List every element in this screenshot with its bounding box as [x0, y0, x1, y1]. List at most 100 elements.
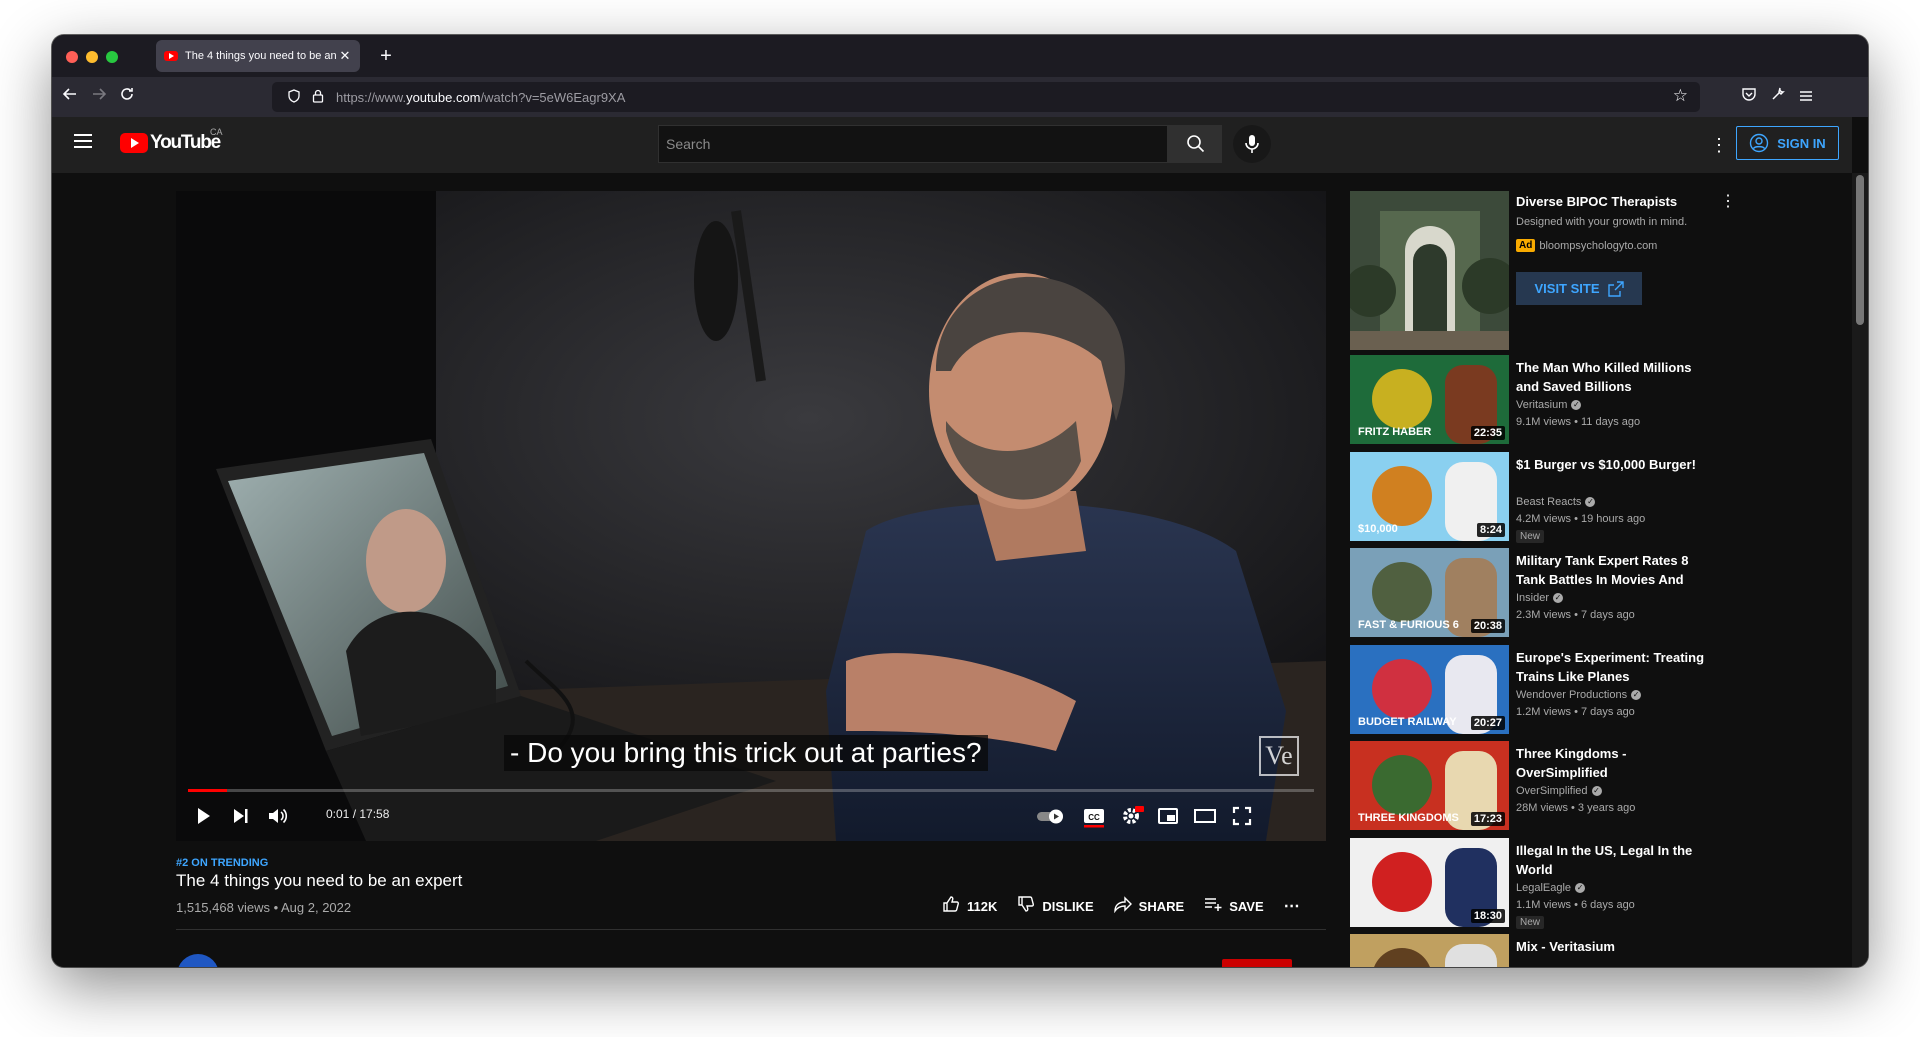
autoplay-toggle[interactable] [1034, 801, 1068, 831]
external-link-icon [1607, 280, 1624, 297]
recommended-video[interactable]: Mix - Veritasium [1350, 934, 1730, 967]
app-menu-button[interactable] [1794, 85, 1818, 109]
ad-title[interactable]: Diverse BIPOC Therapists [1516, 194, 1677, 209]
url-bar[interactable]: https://www.youtube.com/watch?v=5eW6Eagr… [272, 82, 1700, 112]
ad-more-icon[interactable]: ⋮ [1720, 191, 1736, 211]
video-thumbnail[interactable]: 18:30 [1350, 837, 1509, 927]
channel-name[interactable]: OverSimplified ✓ [1516, 785, 1602, 797]
playlist-add-icon [1204, 895, 1222, 918]
extensions-button[interactable] [1766, 85, 1790, 109]
verified-check-icon: ✓ [1585, 496, 1596, 507]
star-icon[interactable]: ☆ [1673, 86, 1688, 106]
youtube-logo[interactable]: YouTube [120, 132, 221, 154]
guide-menu-icon[interactable] [74, 134, 92, 148]
back-button[interactable] [58, 85, 82, 109]
forward-button[interactable] [87, 85, 111, 109]
recommended-video[interactable]: $10,000 8:24 $1 Burger vs $10,000 Burger! B… [1350, 451, 1730, 549]
channel-name[interactable]: Beast Reacts ✓ [1516, 496, 1596, 508]
promoted-ad[interactable]: Diverse BIPOC Therapists Designed with y… [1350, 191, 1736, 355]
minimize-window-button[interactable] [86, 51, 98, 63]
recommended-title[interactable]: Europe's Experiment: Treating Trains Lik… [1516, 648, 1712, 686]
visit-site-button[interactable]: VISIT SITE [1516, 272, 1642, 305]
recommended-video[interactable]: BUDGET RAILWAY 20:27 Europe's Experiment: … [1350, 644, 1730, 742]
video-thumbnail[interactable]: FAST & FURIOUS 6 20:38 [1350, 548, 1509, 637]
hamburger-icon [1800, 91, 1812, 101]
arrow-left-icon [62, 88, 76, 100]
lock-icon[interactable] [306, 89, 330, 106]
recommended-video[interactable]: FRITZ HABER 22:35 The Man Who Killed Milli… [1350, 355, 1730, 452]
video-player[interactable]: - Do you bring this trick out at parties… [176, 191, 1326, 841]
mute-button[interactable] [262, 801, 292, 831]
pocket-button[interactable] [1737, 85, 1761, 109]
settings-more-icon[interactable]: ⋮ [1707, 133, 1731, 157]
thumbnail-image [1350, 934, 1509, 967]
trending-badge[interactable]: #2 ON TRENDING [176, 857, 268, 869]
recommended-title[interactable]: Three Kingdoms - OverSimplified [1516, 744, 1712, 782]
recommended-video[interactable]: THREE KINGDOMS 17:23 Three Kingdoms - Over… [1350, 741, 1730, 838]
video-stats: 9.1M views • 11 days ago [1516, 416, 1641, 428]
channel-name[interactable]: Veritasium ✓ [1516, 399, 1582, 411]
url-text[interactable]: https://www.youtube.com/watch?v=5eW6Eagr… [336, 90, 625, 105]
video-thumbnail[interactable]: THREE KINGDOMS 17:23 [1350, 741, 1509, 830]
fullscreen-button[interactable] [1227, 801, 1257, 831]
region-code: CA [210, 127, 223, 137]
channel-watermark[interactable]: Ve [1259, 736, 1299, 776]
reload-button[interactable] [115, 85, 139, 109]
theater-mode-icon [1194, 809, 1216, 823]
subtitles-button[interactable]: CC [1079, 801, 1109, 831]
channel-name[interactable]: LegalEagle ✓ [1516, 882, 1586, 894]
recommended-title[interactable]: $1 Burger vs $10,000 Burger! [1516, 455, 1712, 474]
recommended-title[interactable]: The Man Who Killed Millions and Saved Bi… [1516, 358, 1712, 396]
zoom-window-button[interactable] [106, 51, 118, 63]
tab-close-icon[interactable]: ✕ [338, 48, 352, 64]
like-count: 112K [967, 898, 998, 914]
recommended-title[interactable]: Illegal In the US, Legal In the World [1516, 841, 1712, 879]
video-thumbnail[interactable]: FRITZ HABER 22:35 [1350, 355, 1509, 444]
voice-search-button[interactable] [1233, 125, 1271, 163]
ad-thumbnail-image [1350, 191, 1509, 350]
shield-icon[interactable] [282, 88, 306, 106]
channel-label: OverSimplified [1516, 785, 1588, 797]
player-controls: 0:01 / 17:58 CC [176, 791, 1326, 841]
play-button[interactable] [188, 801, 218, 831]
more-actions-button[interactable]: ⋯ [1284, 896, 1307, 916]
tab-youtube[interactable]: The 4 things you need to be an e ✕ [156, 40, 360, 72]
search-button[interactable] [1168, 125, 1222, 163]
ad-thumbnail[interactable] [1350, 191, 1509, 350]
recommended-title[interactable]: Mix - Veritasium [1516, 937, 1712, 956]
autoplay-toggle-icon [1037, 809, 1063, 824]
channel-name[interactable]: Wendover Productions ✓ [1516, 689, 1642, 701]
close-window-button[interactable] [66, 51, 78, 63]
recommended-title[interactable]: Military Tank Expert Rates 8 Tank Battle… [1516, 551, 1712, 589]
theater-mode-button[interactable] [1190, 801, 1220, 831]
video-thumbnail[interactable]: $10,000 8:24 [1350, 451, 1509, 541]
ad-info: Ad bloompsychologyto.com [1516, 239, 1657, 252]
video-thumbnail[interactable]: BUDGET RAILWAY 20:27 [1350, 644, 1509, 734]
channel-name[interactable]: Insider ✓ [1516, 592, 1564, 604]
miniplayer-button[interactable] [1153, 801, 1183, 831]
recommended-video[interactable]: FAST & FURIOUS 6 20:38 Military Tank Exper… [1350, 548, 1730, 645]
thumbnail-text: THREE KINGDOMS [1358, 812, 1459, 824]
search-icon [1187, 135, 1205, 153]
subscribe-button[interactable] [1222, 959, 1292, 967]
page-scrollbar[interactable] [1852, 173, 1868, 967]
like-button[interactable]: 112K [942, 895, 997, 918]
next-button[interactable] [225, 801, 255, 831]
sign-in-button[interactable]: SIGN IN [1736, 126, 1839, 160]
channel-avatar[interactable] [177, 954, 219, 967]
more-horizontal-icon: ⋯ [1283, 898, 1300, 915]
search-input[interactable]: Search [658, 125, 1168, 163]
save-button[interactable]: SAVE [1204, 895, 1264, 918]
video-thumbnail[interactable] [1350, 934, 1509, 967]
scrollbar-thumb[interactable] [1856, 175, 1864, 325]
video-meta: 1,515,468 views • Aug 2, 2022 [176, 900, 352, 915]
settings-button[interactable] [1116, 801, 1146, 831]
dislike-button[interactable]: DISLIKE [1017, 895, 1094, 918]
duration-badge: 20:27 [1470, 715, 1505, 730]
recommended-video[interactable]: 18:30 Illegal In the US, Legal In the Wor… [1350, 837, 1730, 935]
volume-icon [269, 808, 288, 824]
video-stats: 2.3M views • 7 days ago [1516, 609, 1635, 621]
share-button[interactable]: SHARE [1113, 895, 1184, 918]
video-stats: 1.2M views • 7 days ago [1516, 705, 1635, 718]
new-tab-button[interactable]: + [374, 44, 398, 68]
